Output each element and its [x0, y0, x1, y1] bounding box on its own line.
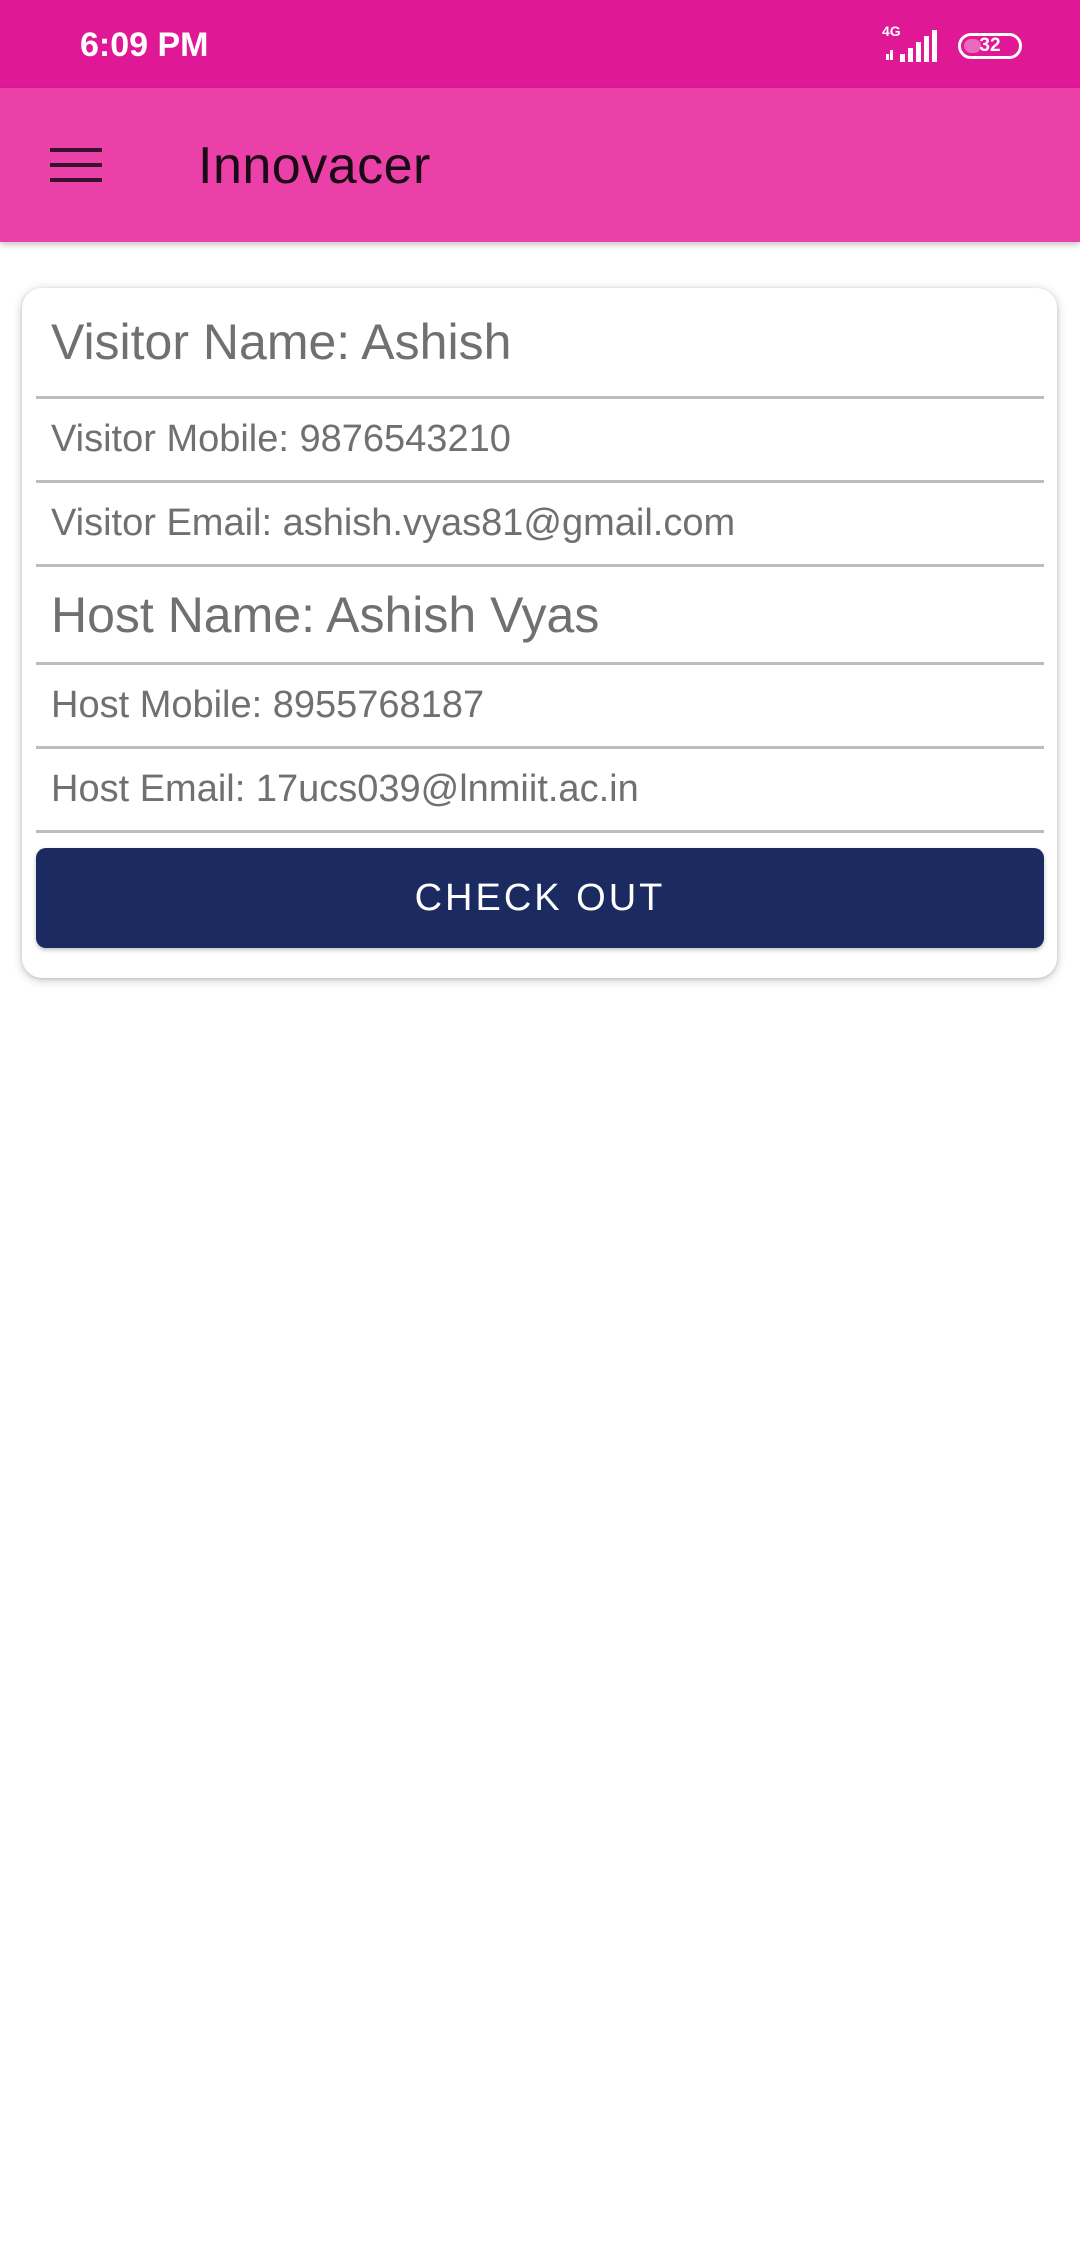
host-email-field: Host Email: 17ucs039@lnmiit.ac.in	[36, 749, 1044, 833]
network-type-label: 4G	[882, 23, 901, 39]
battery-icon: 32	[958, 33, 1022, 59]
visitor-email-field: Visitor Email: ashish.vyas81@gmail.com	[36, 483, 1044, 567]
status-time: 6:09 PM	[80, 26, 209, 64]
check-out-button[interactable]: CHECK OUT	[36, 848, 1044, 948]
hamburger-menu-icon	[50, 148, 102, 182]
status-icons: 4G 32	[882, 23, 1022, 66]
app-bar: Innovacer	[0, 88, 1080, 242]
host-name-field: Host Name: Ashish Vyas	[36, 567, 1044, 665]
battery-body: 32	[958, 33, 1022, 59]
host-mobile-field: Host Mobile: 8955768187	[36, 665, 1044, 749]
visit-details-card: Visitor Name: Ashish Visitor Mobile: 987…	[22, 288, 1057, 978]
visitor-mobile-field: Visitor Mobile: 9876543210	[36, 399, 1044, 483]
battery-level: 32	[979, 35, 1001, 56]
menu-button[interactable]	[40, 133, 114, 197]
status-bar: 6:09 PM 4G 32	[0, 0, 1080, 88]
visitor-name-field: Visitor Name: Ashish	[36, 288, 1044, 399]
signal-icon: 4G	[882, 23, 944, 66]
app-title: Innovacer	[198, 137, 431, 195]
